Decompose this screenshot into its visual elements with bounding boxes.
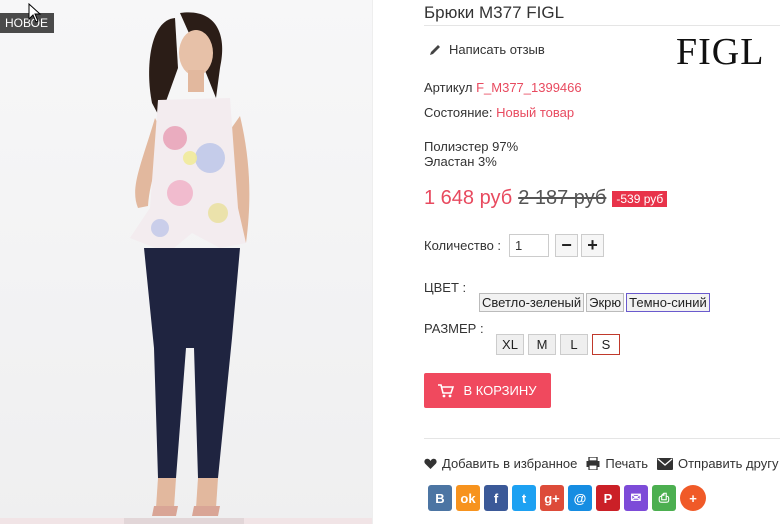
composition-line: Полиэстер 97% — [424, 139, 519, 154]
size-label: РАЗМЕР : — [424, 321, 484, 336]
add-to-cart-label: В КОРЗИНУ — [463, 383, 537, 398]
size-option-s[interactable]: S — [592, 334, 620, 355]
color-label: ЦВЕТ : — [424, 280, 467, 295]
add-to-favorites-link[interactable]: Добавить в избранное — [424, 456, 577, 471]
write-review-label: Написать отзыв — [449, 42, 545, 57]
send-to-friend-link[interactable]: Отправить другу — [656, 456, 779, 471]
add-to-cart-button[interactable]: В КОРЗИНУ — [424, 373, 551, 408]
condition-row: Состояние: Новый товар — [424, 105, 574, 120]
facebook-icon[interactable]: f — [484, 485, 508, 511]
title-divider — [424, 25, 780, 26]
new-badge: НОВОЕ — [0, 13, 54, 33]
social-share-bar: Вok f t g+ @ P ✉ ⎙ + — [428, 485, 706, 511]
condition-label: Состояние: — [424, 105, 493, 120]
email-icon[interactable]: ✉ — [624, 485, 648, 511]
vk-icon[interactable]: В — [428, 485, 452, 511]
google-plus-icon[interactable]: g+ — [540, 485, 564, 511]
color-option-dark-blue[interactable]: Темно-синий — [626, 293, 710, 312]
size-option-xl[interactable]: XL — [496, 334, 524, 355]
sku-row: Артикул F_M377_1399466 — [424, 80, 582, 95]
color-option-light-green[interactable]: Светло-зеленый — [479, 293, 585, 312]
odnoklassniki-icon[interactable]: ok — [456, 485, 480, 511]
color-option-ecru[interactable]: Экрю — [586, 293, 625, 312]
size-option-l[interactable]: L — [560, 334, 588, 355]
sku-value: F_M377_1399466 — [476, 80, 582, 95]
mouse-cursor-icon — [28, 3, 42, 23]
photo-thumbnail-strip — [0, 518, 372, 524]
print-icon[interactable]: ⎙ — [652, 485, 676, 511]
column-divider — [372, 0, 373, 524]
twitter-icon[interactable]: t — [512, 485, 536, 511]
composition-line: Эластан 3% — [424, 154, 497, 169]
add-to-favorites-label: Добавить в избранное — [442, 456, 578, 471]
old-price: 2 187 руб — [518, 187, 607, 209]
cart-icon — [438, 383, 455, 397]
write-review-link[interactable]: Написать отзыв — [428, 42, 545, 57]
quantity-input[interactable]: 1 — [509, 234, 550, 257]
size-option-m[interactable]: M — [528, 334, 556, 355]
heart-icon — [424, 458, 437, 469]
brand-logo[interactable]: FIGL — [676, 30, 764, 74]
composition: Полиэстер 97% Эластан 3% — [424, 139, 518, 169]
product-actions: Добавить в избранное Печать Отправить др… — [424, 456, 780, 471]
current-price: 1 648 руб — [424, 187, 513, 209]
condition-value: Новый товар — [496, 105, 575, 120]
printer-icon — [586, 457, 600, 470]
mail-at-icon[interactable]: @ — [568, 485, 592, 511]
product-title: Брюки M377 FIGL — [424, 3, 565, 22]
price-block: 1 648 руб 2 187 руб -539 руб — [424, 187, 668, 210]
discount-badge: -539 руб — [612, 190, 668, 207]
size-options: XL M L S — [496, 334, 620, 355]
product-image[interactable]: НОВОЕ — [0, 0, 372, 524]
print-label: Печать — [605, 456, 648, 471]
quantity-minus-button[interactable]: − — [555, 234, 579, 257]
actions-divider — [424, 438, 780, 439]
color-options: Светло-зеленый Экрю Темно-синий — [479, 293, 710, 312]
more-plus-icon[interactable]: + — [680, 485, 706, 511]
quantity-plus-button[interactable]: + — [581, 234, 605, 257]
send-to-friend-label: Отправить другу — [677, 456, 779, 471]
print-link[interactable]: Печать — [586, 456, 648, 471]
envelope-icon — [656, 457, 673, 470]
quantity-label: Количество : — [424, 238, 502, 253]
quantity-stepper: Количество : 1 − + — [424, 234, 605, 257]
pencil-icon — [430, 44, 440, 55]
pinterest-icon[interactable]: P — [596, 485, 620, 511]
sku-label: Артикул — [424, 80, 473, 95]
product-photo-model — [130, 12, 250, 516]
